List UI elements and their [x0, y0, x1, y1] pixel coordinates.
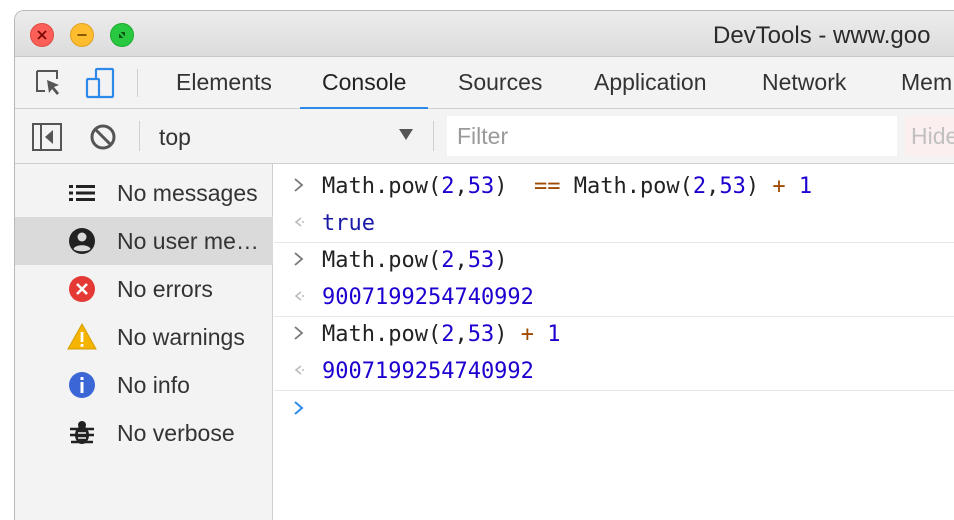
user-icon	[69, 228, 95, 254]
sidebar-item-user-messages[interactable]: No user me…	[15, 217, 273, 265]
panel-tab-bar: Elements Console Sources Application Net…	[15, 57, 954, 110]
console-messages: Math.pow(2,53) == Math.pow(2,53) + 1 tru…	[274, 164, 954, 520]
tab-application[interactable]: Application	[594, 57, 707, 109]
context-selector-value: top	[159, 124, 191, 150]
sidebar-item-errors[interactable]: No errors	[15, 265, 273, 313]
hide-network-checkbox-label[interactable]: Hide	[905, 116, 954, 156]
info-icon	[69, 372, 95, 398]
tab-memory[interactable]: Mem	[901, 57, 952, 109]
result-arrow-icon	[294, 291, 304, 301]
console-toolbar: top Hide	[15, 109, 954, 164]
list-icon	[69, 185, 95, 201]
fullscreen-window-button[interactable]	[110, 23, 134, 47]
console-prompt[interactable]	[274, 392, 954, 429]
chevron-right-icon	[294, 326, 304, 340]
sidebar-item-label: No warnings	[117, 324, 245, 350]
console-result-value: 9007199254740992	[322, 285, 534, 310]
toolbar-divider	[137, 69, 138, 97]
dropdown-arrow-icon	[399, 129, 413, 140]
sidebar-item-label: No messages	[117, 180, 258, 206]
sidebar-item-messages[interactable]: No messages	[15, 169, 273, 217]
fullscreen-icon	[119, 32, 125, 38]
filter-input[interactable]	[447, 116, 897, 156]
console-input-code: Math.pow(2,53) == Math.pow(2,53) + 1	[322, 174, 813, 199]
sidebar-item-label: No user me…	[117, 228, 259, 254]
console-input-line: Math.pow(2,53)	[274, 243, 954, 280]
console-sidebar: No messages No user me… No errors No war…	[15, 164, 273, 520]
toolbar-divider	[433, 121, 434, 151]
toolbar-divider	[139, 121, 140, 151]
tab-console[interactable]: Console	[299, 57, 429, 110]
devtools-window: DevTools - www.goo Elements Console Sour…	[14, 10, 954, 520]
sidebar-item-warnings[interactable]: No warnings	[15, 313, 273, 361]
chevron-right-icon	[294, 178, 304, 192]
sidebar-toggle-icon[interactable]	[31, 121, 63, 153]
console-input-line: Math.pow(2,53) == Math.pow(2,53) + 1	[274, 169, 954, 206]
inspect-element-icon[interactable]	[33, 67, 65, 99]
sidebar-item-verbose[interactable]: No verbose	[15, 409, 273, 457]
console-input-line: Math.pow(2,53) + 1	[274, 317, 954, 354]
tab-sources[interactable]: Sources	[458, 57, 542, 109]
sidebar-item-label: No errors	[117, 276, 213, 302]
error-icon	[69, 276, 95, 302]
minimize-icon	[77, 34, 87, 36]
close-icon	[37, 30, 47, 40]
close-window-button[interactable]	[30, 23, 54, 47]
device-toolbar-icon[interactable]	[85, 67, 117, 99]
window-title: DevTools - www.goo	[713, 22, 931, 49]
console-result-line: 9007199254740992	[274, 280, 954, 317]
context-selector[interactable]: top	[155, 119, 417, 153]
result-arrow-icon	[294, 365, 304, 375]
result-arrow-icon	[294, 217, 304, 227]
bug-icon	[70, 421, 94, 444]
warning-icon	[67, 322, 97, 350]
title-bar: DevTools - www.goo	[15, 11, 954, 57]
sidebar-item-label: No info	[117, 372, 190, 398]
chevron-right-icon	[294, 401, 304, 415]
console-result-value: 9007199254740992	[322, 359, 534, 384]
sidebar-item-info[interactable]: No info	[15, 361, 273, 409]
minimize-window-button[interactable]	[70, 23, 94, 47]
clear-console-icon[interactable]	[87, 121, 119, 153]
tab-network[interactable]: Network	[762, 57, 846, 109]
sidebar-item-label: No verbose	[117, 420, 235, 446]
console-result-line: true	[274, 206, 954, 243]
console-result-line: 9007199254740992	[274, 354, 954, 391]
console-input-code: Math.pow(2,53) + 1	[322, 322, 561, 347]
console-result-value: true	[322, 211, 375, 236]
chevron-right-icon	[294, 252, 304, 266]
tab-elements[interactable]: Elements	[176, 57, 272, 109]
console-input-code: Math.pow(2,53)	[322, 248, 508, 273]
